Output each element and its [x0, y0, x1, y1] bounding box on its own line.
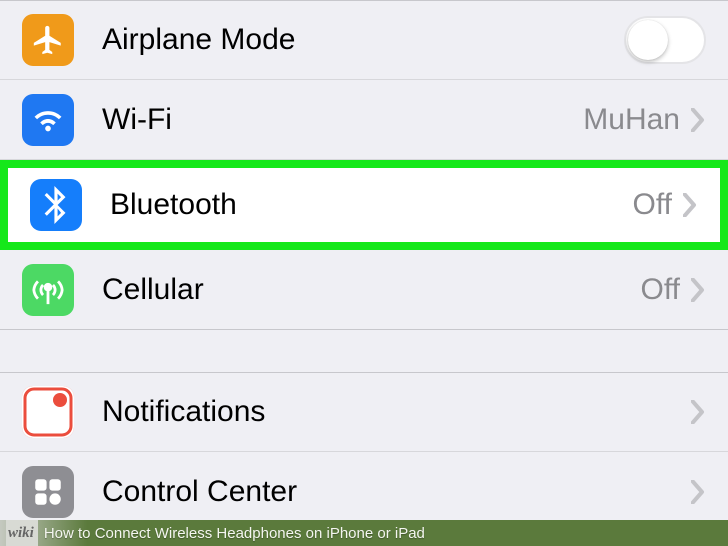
notifications-icon: [22, 386, 74, 438]
settings-group-2: Notifications Control Center: [0, 372, 728, 532]
wifi-label: Wi-Fi: [102, 103, 583, 137]
wifi-value: MuHan: [583, 103, 680, 137]
bluetooth-highlight: Bluetooth Off: [0, 160, 728, 250]
control-center-label: Control Center: [102, 475, 690, 509]
row-wifi[interactable]: Wi-Fi MuHan: [0, 80, 728, 160]
airplane-icon: [22, 14, 74, 66]
bluetooth-label: Bluetooth: [110, 188, 633, 222]
chevron-right-icon: [690, 106, 706, 134]
row-airplane-mode[interactable]: Airplane Mode: [0, 0, 728, 80]
footer-brand: wiki: [6, 520, 38, 546]
cellular-value: Off: [641, 273, 680, 307]
footer-title: How to Connect Wireless Headphones on iP…: [38, 525, 425, 542]
bluetooth-icon: [30, 179, 82, 231]
row-bluetooth[interactable]: Bluetooth Off: [8, 168, 720, 242]
settings-group-1: Airplane Mode Wi-Fi MuHan Bluetooth: [0, 0, 728, 330]
chevron-right-icon: [690, 478, 706, 506]
airplane-label: Airplane Mode: [102, 23, 624, 57]
notifications-label: Notifications: [102, 395, 690, 429]
wikihow-footer: wiki How to Connect Wireless Headphones …: [0, 520, 728, 546]
wifi-icon: [22, 94, 74, 146]
bluetooth-value: Off: [633, 188, 672, 222]
chevron-right-icon: [682, 191, 698, 219]
chevron-right-icon: [690, 398, 706, 426]
row-cellular[interactable]: Cellular Off: [0, 250, 728, 330]
settings-list: Airplane Mode Wi-Fi MuHan Bluetooth: [0, 0, 728, 532]
control-center-icon: [22, 466, 74, 518]
airplane-toggle[interactable]: [624, 16, 706, 64]
cellular-icon: [22, 264, 74, 316]
row-notifications[interactable]: Notifications: [0, 372, 728, 452]
toggle-knob: [628, 20, 668, 60]
cellular-label: Cellular: [102, 273, 641, 307]
chevron-right-icon: [690, 276, 706, 304]
